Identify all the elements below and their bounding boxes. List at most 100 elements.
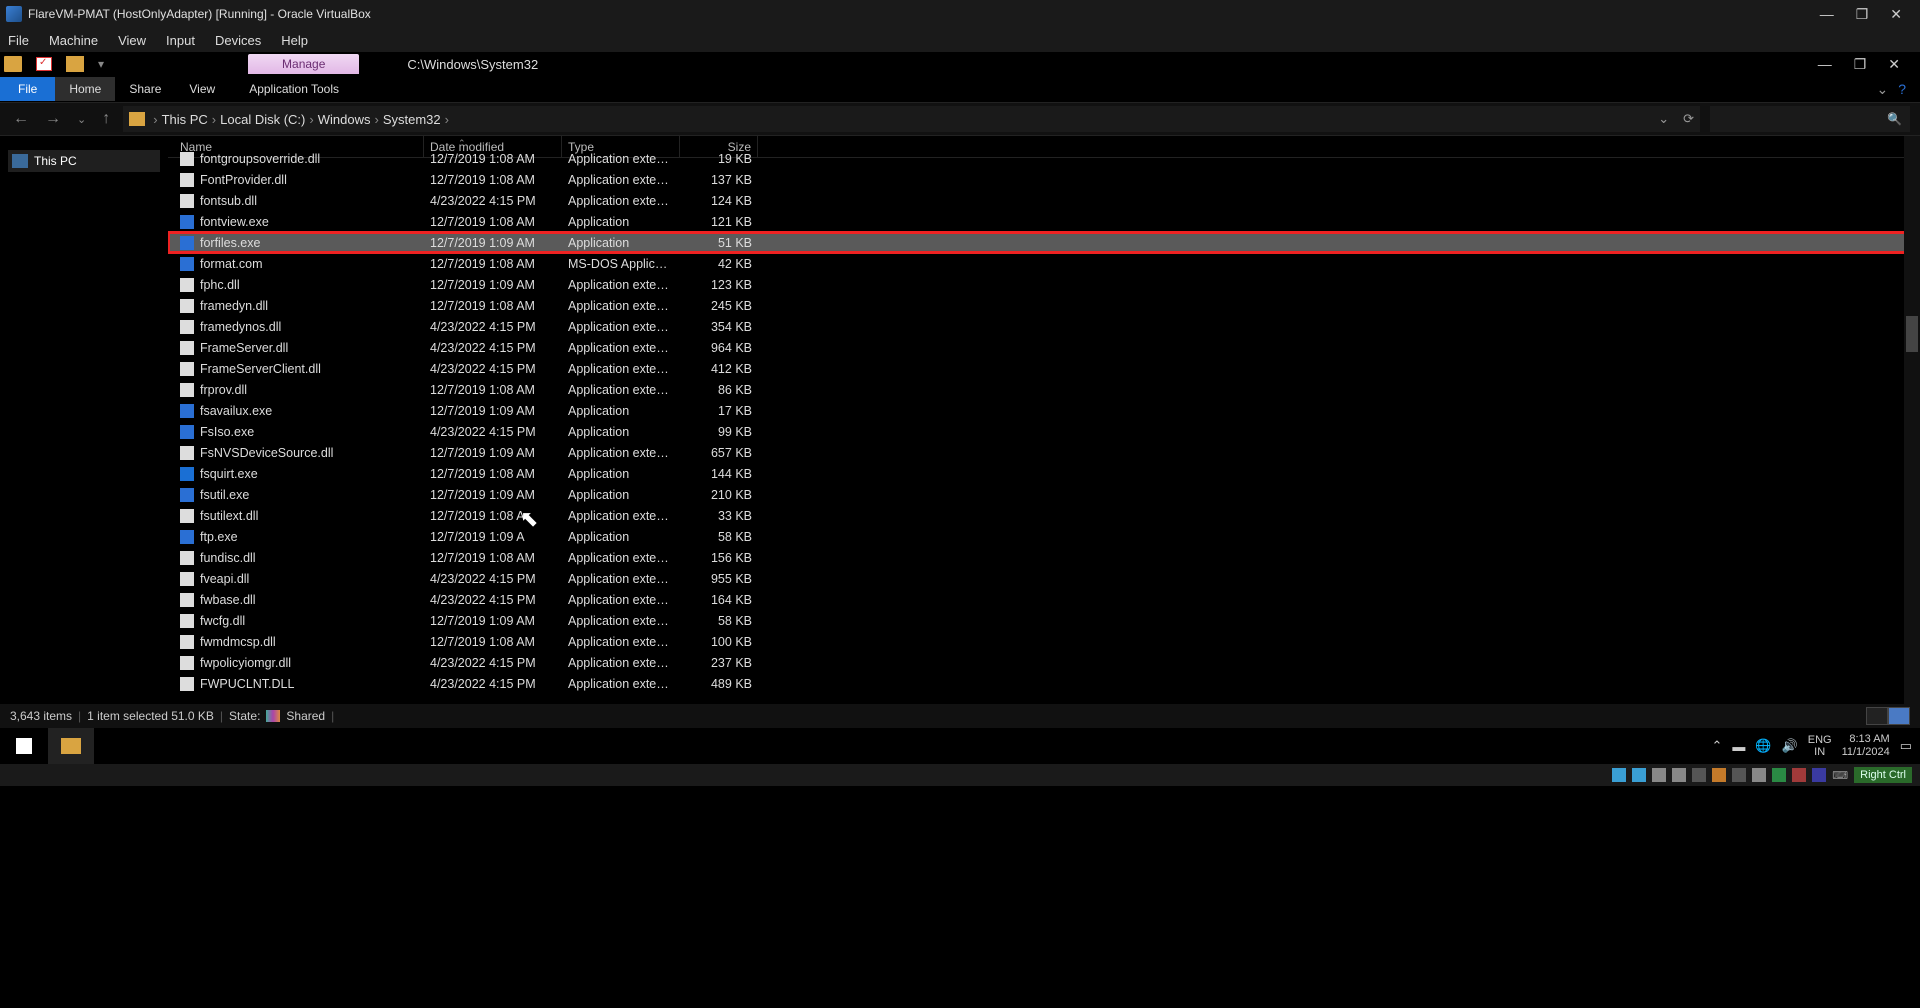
ribbon-collapse-icon[interactable]: ⌄ — [1876, 81, 1888, 98]
file-row[interactable]: fwbase.dll4/23/2022 4:15 PMApplication e… — [168, 589, 1920, 610]
file-row[interactable]: FrameServer.dll4/23/2022 4:15 PMApplicat… — [168, 337, 1920, 358]
view-large-button[interactable] — [1888, 707, 1910, 725]
file-row[interactable]: FontProvider.dll12/7/2019 1:08 AMApplica… — [168, 169, 1920, 190]
vbox-minimize-icon[interactable]: — — [1820, 6, 1834, 23]
vbox-close-icon[interactable]: ✕ — [1890, 6, 1902, 23]
scrollbar-thumb[interactable] — [1906, 316, 1918, 352]
guest-close-icon[interactable]: ✕ — [1888, 56, 1900, 73]
chevron-right-icon[interactable]: › — [309, 112, 313, 127]
vbox-display-icon[interactable] — [1752, 768, 1766, 782]
file-row[interactable]: format.com12/7/2019 1:08 AMMS-DOS Applic… — [168, 253, 1920, 274]
vbox-maximize-icon[interactable]: ❐ — [1856, 6, 1869, 23]
vbox-network-icon[interactable] — [1692, 768, 1706, 782]
vbox-optical-icon[interactable] — [1632, 768, 1646, 782]
language-indicator[interactable]: ENG IN — [1808, 734, 1832, 758]
file-row[interactable]: frprov.dll12/7/2019 1:08 AMApplication e… — [168, 379, 1920, 400]
network-icon[interactable]: 🌐 — [1755, 738, 1771, 754]
vbox-audio-icon[interactable] — [1672, 768, 1686, 782]
file-row[interactable]: fontsub.dll4/23/2022 4:15 PMApplication … — [168, 190, 1920, 211]
battery-icon[interactable]: ▬ — [1732, 739, 1745, 754]
file-row[interactable]: framedynos.dll4/23/2022 4:15 PMApplicati… — [168, 316, 1920, 337]
file-size: 164 KB — [680, 593, 758, 607]
file-row[interactable]: fsutilext.dll12/7/2019 1:08 AApplication… — [168, 505, 1920, 526]
notifications-icon[interactable]: ▭ — [1900, 738, 1912, 754]
new-folder-icon[interactable] — [66, 56, 84, 72]
vbox-hdd-icon[interactable] — [1612, 768, 1626, 782]
vbox-title-text: FlareVM-PMAT (HostOnlyAdapter) [Running]… — [28, 7, 1820, 21]
file-row[interactable]: fsutil.exe12/7/2019 1:09 AMApplication21… — [168, 484, 1920, 505]
volume-icon[interactable]: 🔊 — [1782, 738, 1798, 754]
folder-icon[interactable] — [4, 56, 22, 72]
tab-home[interactable]: Home — [55, 77, 115, 101]
nav-forward-icon[interactable]: → — [42, 110, 64, 128]
nav-up-icon[interactable]: ↑ — [99, 110, 113, 128]
file-row[interactable]: fphc.dll12/7/2019 1:09 AMApplication ext… — [168, 274, 1920, 295]
vbox-floppy-icon[interactable] — [1652, 768, 1666, 782]
file-row[interactable]: fveapi.dll4/23/2022 4:15 PMApplication e… — [168, 568, 1920, 589]
file-row[interactable]: fontgroupsoverride.dll12/7/2019 1:08 AMA… — [168, 148, 1920, 169]
properties-icon[interactable] — [36, 57, 52, 71]
breadcrumb-this-pc[interactable]: This PC — [162, 112, 208, 127]
start-button[interactable] — [0, 728, 48, 764]
file-name: fwcfg.dll — [200, 614, 245, 628]
vbox-mouse-icon[interactable] — [1812, 768, 1826, 782]
nav-back-icon[interactable]: ← — [10, 110, 32, 128]
file-size: 86 KB — [680, 383, 758, 397]
vbox-menu-view[interactable]: View — [118, 33, 146, 48]
nav-recent-icon[interactable]: ⌄ — [74, 113, 89, 126]
file-row[interactable]: FsIso.exe4/23/2022 4:15 PMApplication99 … — [168, 421, 1920, 442]
tab-share[interactable]: Share — [115, 77, 175, 101]
file-row[interactable]: FWPUCLNT.DLL4/23/2022 4:15 PMApplication… — [168, 673, 1920, 694]
vbox-host-key[interactable]: Right Ctrl — [1854, 767, 1912, 783]
tray-chevron-icon[interactable]: ⌃ — [1711, 738, 1722, 754]
help-icon[interactable]: ? — [1898, 81, 1906, 98]
guest-maximize-icon[interactable]: ❐ — [1854, 56, 1867, 73]
vertical-scrollbar[interactable] — [1904, 136, 1920, 704]
qat-overflow-icon[interactable]: ▾ — [98, 57, 104, 71]
chevron-right-icon[interactable]: › — [374, 112, 378, 127]
file-row[interactable]: fsquirt.exe12/7/2019 1:08 AMApplication1… — [168, 463, 1920, 484]
vbox-recording-icon[interactable] — [1772, 768, 1786, 782]
file-row[interactable]: FrameServerClient.dll4/23/2022 4:15 PMAp… — [168, 358, 1920, 379]
file-row[interactable]: fsavailux.exe12/7/2019 1:09 AMApplicatio… — [168, 400, 1920, 421]
file-row[interactable]: framedyn.dll12/7/2019 1:08 AMApplication… — [168, 295, 1920, 316]
tab-file[interactable]: File — [0, 77, 55, 101]
file-row[interactable]: fwmdmcsp.dll12/7/2019 1:08 AMApplication… — [168, 631, 1920, 652]
refresh-icon[interactable]: ⟳ — [1683, 111, 1694, 127]
breadcrumb-windows[interactable]: Windows — [318, 112, 371, 127]
chevron-right-icon[interactable]: › — [153, 112, 157, 127]
file-row[interactable]: forfiles.exe12/7/2019 1:09 AMApplication… — [168, 232, 1920, 253]
vbox-menu-devices[interactable]: Devices — [215, 33, 261, 48]
file-row[interactable]: fwcfg.dll12/7/2019 1:09 AMApplication ex… — [168, 610, 1920, 631]
vbox-shared-folders-icon[interactable] — [1732, 768, 1746, 782]
taskbar-clock[interactable]: 8:13 AM 11/1/2024 — [1842, 733, 1890, 759]
chevron-right-icon[interactable]: › — [445, 112, 449, 127]
vbox-menu-file[interactable]: File — [8, 33, 29, 48]
address-dropdown-icon[interactable]: ⌄ — [1658, 111, 1669, 127]
chevron-right-icon[interactable]: › — [212, 112, 216, 127]
nav-this-pc[interactable]: This PC — [8, 150, 160, 172]
vbox-usb-icon[interactable] — [1712, 768, 1726, 782]
search-box[interactable]: 🔍 — [1710, 106, 1910, 132]
exe-file-icon — [180, 404, 194, 418]
taskbar-explorer[interactable] — [48, 728, 94, 764]
file-row[interactable]: fundisc.dll12/7/2019 1:08 AMApplication … — [168, 547, 1920, 568]
file-row[interactable]: fontview.exe12/7/2019 1:08 AMApplication… — [168, 211, 1920, 232]
vbox-menu-machine[interactable]: Machine — [49, 33, 98, 48]
file-row[interactable]: FsNVSDeviceSource.dll12/7/2019 1:09 AMAp… — [168, 442, 1920, 463]
file-type: Application — [562, 236, 680, 250]
vbox-cpu-icon[interactable] — [1792, 768, 1806, 782]
file-row[interactable]: ftp.exe12/7/2019 1:09 AApplication58 KB — [168, 526, 1920, 547]
file-row[interactable]: fwpolicyiomgr.dll4/23/2022 4:15 PMApplic… — [168, 652, 1920, 673]
tab-view[interactable]: View — [175, 77, 229, 101]
breadcrumb-system32[interactable]: System32 — [383, 112, 441, 127]
vbox-menu-help[interactable]: Help — [281, 33, 308, 48]
address-bar[interactable]: › This PC › Local Disk (C:) › Windows › … — [123, 106, 1700, 132]
keyboard-capture-icon[interactable]: ⌨ — [1832, 769, 1848, 782]
guest-minimize-icon[interactable]: — — [1818, 56, 1832, 73]
view-details-button[interactable] — [1866, 707, 1888, 725]
breadcrumb-local-disk[interactable]: Local Disk (C:) — [220, 112, 305, 127]
manage-contextual-tab[interactable]: Manage — [248, 54, 359, 74]
vbox-menu-input[interactable]: Input — [166, 33, 195, 48]
tab-application-tools[interactable]: Application Tools — [235, 77, 353, 101]
